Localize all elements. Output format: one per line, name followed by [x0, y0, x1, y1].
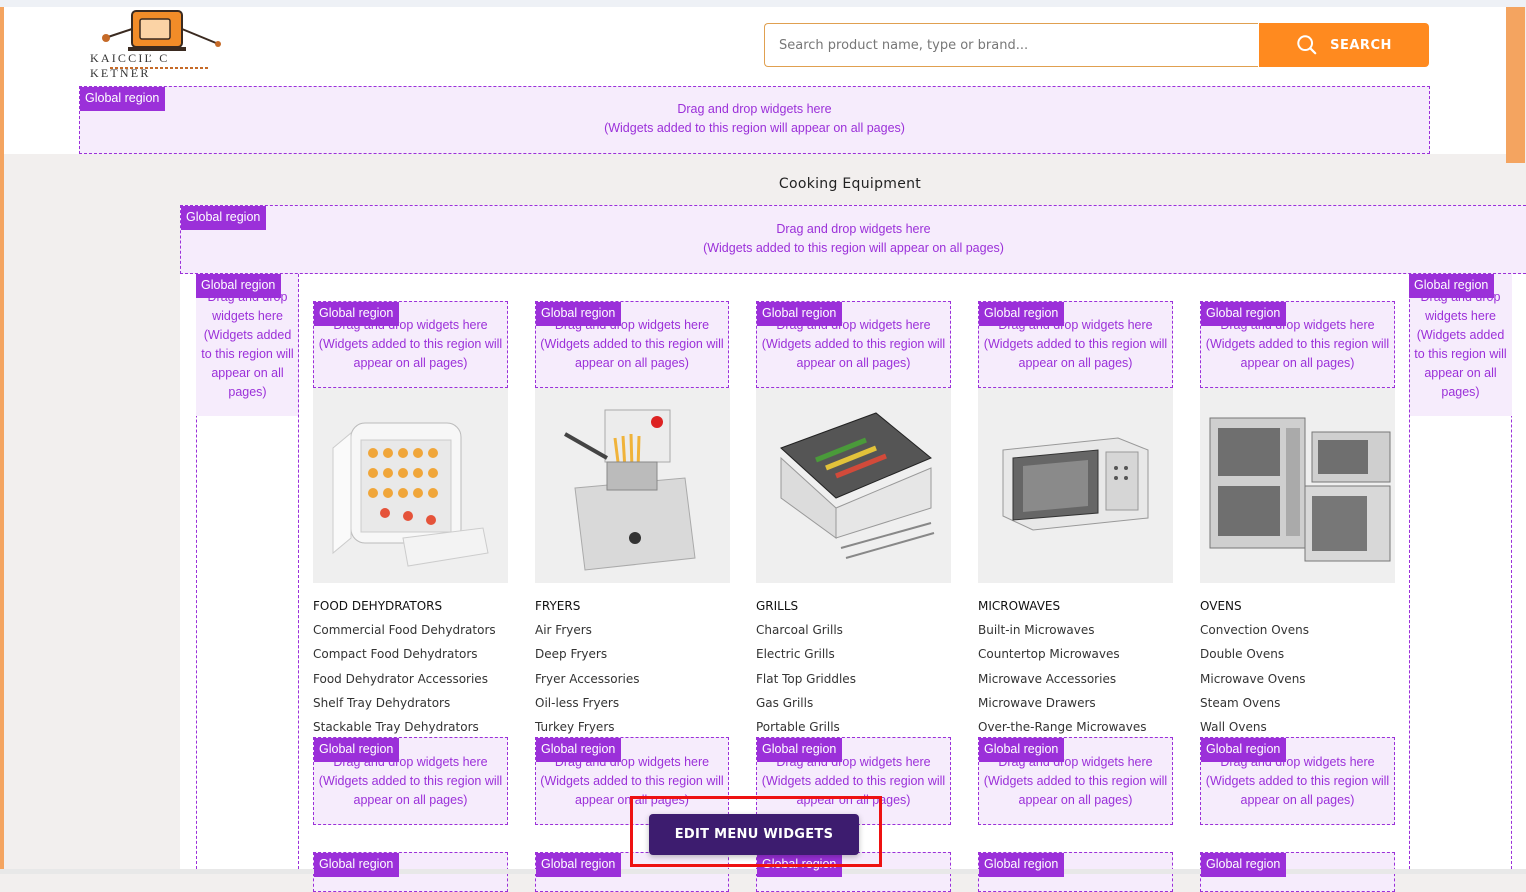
- subcategory-list: Commercial Food Dehydrators Compact Food…: [313, 623, 496, 744]
- col1-bottom-region[interactable]: Global region Drag and drop widgets here…: [313, 737, 508, 825]
- subcategory-list: Built-in Microwaves Countertop Microwave…: [978, 623, 1147, 744]
- region-badge: Global region: [80, 87, 166, 111]
- region-message: Drag and drop widgets here (Widgets adde…: [80, 100, 1429, 138]
- region-line-2: (Widgets added to this region will appea…: [604, 121, 905, 135]
- subcategory-list: Air Fryers Deep Fryers Fryer Accessories…: [535, 623, 640, 744]
- search-button[interactable]: SEARCH: [1259, 23, 1429, 67]
- left-global-region[interactable]: Global region Drag and drop widgets here…: [196, 274, 299, 416]
- region-badge: Global region: [314, 302, 400, 326]
- page-title: Cooking Equipment: [778, 176, 922, 192]
- search-icon: [1297, 35, 1317, 55]
- region-line-1: Drag and drop widgets here: [776, 222, 931, 236]
- left-accent-bar: [0, 7, 4, 874]
- region-badge: Global region: [979, 853, 1065, 877]
- subcategory-link[interactable]: Commercial Food Dehydrators: [313, 623, 496, 647]
- region-badge: Global region: [1201, 853, 1287, 877]
- category-title[interactable]: FRYERS: [535, 599, 580, 613]
- logo-text: KAICCIĽ C KETNER: [90, 51, 170, 80]
- food-dehydrator-image[interactable]: [313, 388, 508, 583]
- category-title[interactable]: MICROWAVES: [978, 599, 1060, 613]
- menu-top-global-region[interactable]: Global region Drag and drop widgets here…: [180, 205, 1526, 274]
- fryer-image[interactable]: [535, 388, 730, 583]
- subcategory-link[interactable]: Food Dehydrator Accessories: [313, 672, 496, 696]
- subcategory-link[interactable]: Charcoal Grills: [756, 623, 856, 647]
- region-message: Drag and drop widgets here (Widgets adde…: [201, 290, 294, 399]
- category-title[interactable]: FOOD DEHYDRATORS: [313, 599, 442, 613]
- subcategory-link[interactable]: Compact Food Dehydrators: [313, 647, 496, 671]
- region-badge: Global region: [536, 738, 622, 762]
- region-badge: Global region: [314, 853, 400, 877]
- subcategory-link[interactable]: Flat Top Griddles: [756, 672, 856, 696]
- subcategory-list: Convection Ovens Double Ovens Microwave …: [1200, 623, 1309, 744]
- right-accent-bar: [1506, 7, 1525, 163]
- subcategory-link[interactable]: Microwave Drawers: [978, 696, 1147, 720]
- subcategory-link[interactable]: Air Fryers: [535, 623, 640, 647]
- subcategory-link[interactable]: Fryer Accessories: [535, 672, 640, 696]
- col2-bottom-region[interactable]: Global region Drag and drop widgets here…: [535, 737, 729, 825]
- search-field[interactable]: [764, 23, 1258, 67]
- subcategory-link[interactable]: Countertop Microwaves: [978, 647, 1147, 671]
- subcategory-link[interactable]: Shelf Tray Dehydrators: [313, 696, 496, 720]
- subcategory-link[interactable]: Deep Fryers: [535, 647, 640, 671]
- region-badge: Global region: [181, 206, 267, 230]
- region-badge: Global region: [536, 302, 622, 326]
- region-badge: Global region: [536, 853, 622, 877]
- region-line-1: Drag and drop widgets here: [677, 102, 832, 116]
- browser-top-strip: [0, 0, 1526, 7]
- subcategory-link[interactable]: Built-in Microwaves: [978, 623, 1147, 647]
- search-button-label: SEARCH: [1330, 37, 1392, 53]
- subcategory-link[interactable]: Double Ovens: [1200, 647, 1309, 671]
- region-badge: Global region: [1201, 302, 1287, 326]
- category-title[interactable]: OVENS: [1200, 599, 1242, 613]
- subcategory-link[interactable]: Steam Ovens: [1200, 696, 1309, 720]
- col3-top-region[interactable]: Global region Drag and drop widgets here…: [756, 301, 951, 388]
- subcategory-list: Charcoal Grills Electric Grills Flat Top…: [756, 623, 856, 744]
- region-badge: Global region: [979, 738, 1065, 762]
- category-title[interactable]: GRILLS: [756, 599, 798, 613]
- oven-image[interactable]: [1200, 388, 1395, 583]
- grill-image[interactable]: [756, 388, 951, 583]
- region-badge: Global region: [1409, 274, 1495, 298]
- col5-top-region[interactable]: Global region Drag and drop widgets here…: [1200, 301, 1395, 388]
- col4-top-region[interactable]: Global region Drag and drop widgets here…: [978, 301, 1173, 388]
- col3-bottom-region[interactable]: Global region Drag and drop widgets here…: [756, 737, 951, 825]
- subcategory-link[interactable]: Electric Grills: [756, 647, 856, 671]
- site-logo[interactable]: KAICCIĽ C KETNER: [88, 7, 234, 80]
- col1-top-region[interactable]: Global region Drag and drop widgets here…: [313, 301, 508, 388]
- region-line-2: (Widgets added to this region will appea…: [703, 241, 1004, 255]
- region-message: Drag and drop widgets here (Widgets adde…: [181, 220, 1526, 258]
- subcategory-link[interactable]: Microwave Ovens: [1200, 672, 1309, 696]
- region-badge: Global region: [1201, 738, 1287, 762]
- region-badge: Global region: [196, 274, 282, 298]
- search-input[interactable]: [765, 24, 1258, 66]
- col4-bottom-region[interactable]: Global region Drag and drop widgets here…: [978, 737, 1173, 825]
- region-badge: Global region: [314, 738, 400, 762]
- col5-bottom-region[interactable]: Global region Drag and drop widgets here…: [1200, 737, 1395, 825]
- subcategory-link[interactable]: Gas Grills: [756, 696, 856, 720]
- region-badge: Global region: [757, 738, 843, 762]
- subcategory-link[interactable]: Microwave Accessories: [978, 672, 1147, 696]
- subcategory-link[interactable]: Convection Ovens: [1200, 623, 1309, 647]
- logo-oven-icon: [102, 10, 221, 51]
- microwave-image[interactable]: [978, 388, 1173, 583]
- subcategory-link[interactable]: Oil-less Fryers: [535, 696, 640, 720]
- region-badge: Global region: [979, 302, 1065, 326]
- right-global-region[interactable]: Global region Drag and drop widgets here…: [1409, 274, 1512, 416]
- region-badge: Global region: [757, 853, 843, 877]
- logo-tagline-dots: [110, 67, 210, 69]
- col2-top-region[interactable]: Global region Drag and drop widgets here…: [535, 301, 729, 388]
- edit-menu-widgets-button[interactable]: EDIT MENU WIDGETS: [649, 814, 859, 855]
- header-global-region[interactable]: Global region Drag and drop widgets here…: [79, 86, 1430, 154]
- region-message: Drag and drop widgets here (Widgets adde…: [1414, 290, 1507, 399]
- region-badge: Global region: [757, 302, 843, 326]
